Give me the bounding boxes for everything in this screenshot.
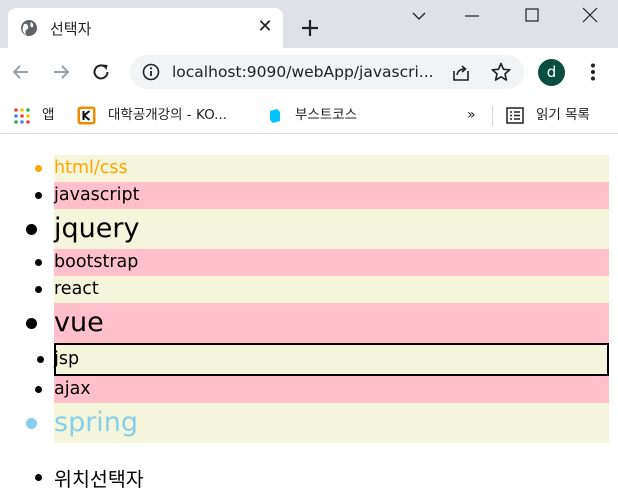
- list-item-jsp: jsp: [37, 343, 609, 376]
- page-content: html/css javascript jquery bootstrap react vu…: [0, 135, 618, 496]
- bookmark-label: 앱: [42, 107, 55, 123]
- address-bar[interactable]: localhost:9090/webApp/javascri...: [130, 55, 524, 89]
- list-bullet: [35, 192, 42, 199]
- list-bullet: [26, 223, 37, 235]
- list-item-spring: spring: [26, 403, 609, 443]
- reload-icon[interactable]: [89, 60, 113, 84]
- list-item-ajax: ajax: [35, 376, 609, 403]
- list-item-react: react: [35, 276, 609, 303]
- tab-title: 선택자: [50, 20, 92, 38]
- list-bullet: [35, 474, 42, 481]
- site-info-icon[interactable]: [142, 63, 160, 81]
- bookmarks-bar: 앱 대학공개강의 - KO... 부스트코스 » 읽기 목록: [0, 96, 618, 134]
- close-icon[interactable]: ✕: [255, 17, 275, 37]
- forward-arrow-icon[interactable]: [49, 60, 73, 84]
- bookmark-label: 부스트코스: [295, 107, 358, 123]
- list-bullet: [35, 386, 42, 393]
- list-item-text: 위치선택자: [54, 468, 144, 491]
- list-bullet: [26, 317, 37, 329]
- minimize-icon[interactable]: [457, 4, 487, 28]
- list-bullet: [35, 286, 42, 293]
- list-item-jquery: jquery: [26, 209, 609, 249]
- list-bullet: [35, 165, 42, 172]
- browser-toolbar: localhost:9090/webApp/javascri... d: [0, 48, 618, 96]
- list-item-javascript: javascript: [35, 182, 609, 209]
- list-item-text: jsp: [54, 349, 80, 369]
- list-item-text: javascript: [54, 185, 140, 205]
- reading-list-label: 읽기 목록: [536, 107, 590, 123]
- kocw-icon: [77, 106, 96, 125]
- back-arrow-icon[interactable]: [9, 60, 33, 84]
- list-item-text: bootstrap: [54, 252, 139, 272]
- list-bullet: [35, 259, 42, 266]
- list-bullet: [26, 417, 37, 429]
- list-item-text: spring: [54, 407, 139, 438]
- more-bookmarks-chevron[interactable]: »: [467, 104, 476, 126]
- share-icon[interactable]: [450, 62, 472, 84]
- profile-avatar[interactable]: d: [538, 59, 565, 86]
- list-item-bootstrap: bootstrap: [35, 249, 609, 276]
- new-tab-icon[interactable]: [297, 15, 323, 41]
- maximize-icon[interactable]: [517, 4, 547, 28]
- bookmark-star-icon[interactable]: [490, 61, 512, 83]
- browser-tab[interactable]: 선택자 ✕: [8, 8, 283, 48]
- url-text[interactable]: localhost:9090/webApp/javascri...: [172, 63, 434, 81]
- list-item-text: jquery: [54, 213, 140, 244]
- close-window-icon[interactable]: [575, 4, 605, 28]
- tab-search-chevron-icon[interactable]: [404, 4, 434, 28]
- boostcourse-icon: [270, 109, 280, 123]
- list-item-text: vue: [54, 307, 104, 338]
- apps-grid-icon: [14, 108, 30, 124]
- bookmark-label: 대학공개강의 - KO...: [108, 107, 228, 123]
- reading-list[interactable]: 읽기 목록: [506, 104, 606, 126]
- list-item-text: react: [54, 279, 99, 299]
- bookmarks-divider: [492, 106, 493, 126]
- reading-list-icon: [506, 107, 524, 124]
- list-item-text: ajax: [54, 379, 91, 399]
- list-item-vue: vue: [26, 303, 609, 343]
- globe-icon: [21, 20, 37, 36]
- bookmark-boostcourse[interactable]: 부스트코스: [268, 104, 378, 126]
- bookmark-apps[interactable]: 앱: [13, 104, 63, 126]
- list-item-heading: 위치선택자: [35, 462, 609, 491]
- bookmark-kocw[interactable]: 대학공개강의 - KO...: [77, 104, 252, 126]
- more-menu-icon[interactable]: [582, 61, 604, 83]
- list-bullet: [37, 356, 44, 363]
- list-item-text: html/css: [54, 158, 128, 178]
- list-item-html-css: html/css: [35, 155, 609, 182]
- tab-strip: 선택자 ✕: [0, 0, 618, 48]
